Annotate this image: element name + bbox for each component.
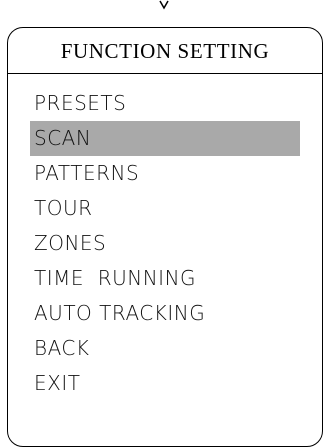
menu-title: FUNCTION SETTING	[60, 39, 270, 63]
menu-item-auto-tracking[interactable]: AUTO TRACKING	[30, 296, 300, 331]
menu-item-patterns[interactable]: PATTERNS	[30, 156, 300, 191]
menu-item-presets[interactable]: PRESETS	[30, 86, 300, 121]
menu-item-zones[interactable]: ZONES	[30, 226, 300, 261]
menu-list: PRESETS SCAN PATTERNS TOUR ZONES TIME RU…	[30, 86, 300, 401]
menu-item-time-running[interactable]: TIME RUNNING	[30, 261, 300, 296]
title-divider	[8, 73, 322, 74]
menu-item-back[interactable]: BACK	[30, 331, 300, 366]
top-pointer-icon	[159, 0, 169, 10]
function-setting-menu: FUNCTION SETTING PRESETS SCAN PATTERNS T…	[7, 27, 323, 447]
menu-item-tour[interactable]: TOUR	[30, 191, 300, 226]
menu-item-exit[interactable]: EXIT	[30, 366, 300, 401]
menu-item-scan[interactable]: SCAN	[30, 121, 300, 156]
